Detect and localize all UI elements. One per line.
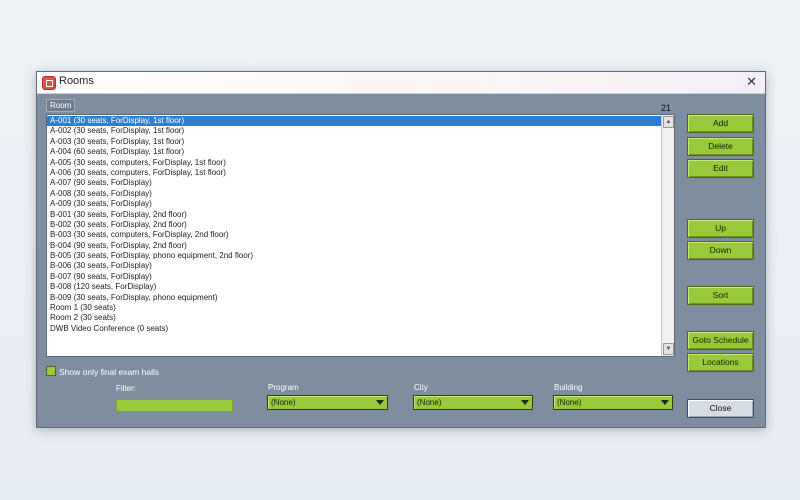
city-select[interactable]: (None): [413, 395, 533, 410]
final-exam-halls-checkbox[interactable]: [46, 366, 56, 376]
final-exam-halls-option[interactable]: Show only final exam halls: [46, 366, 159, 377]
chevron-down-icon[interactable]: [661, 400, 669, 405]
rooms-listbox[interactable]: A-001 (30 seats, ForDisplay, 1st floor) A…: [46, 114, 675, 357]
filter-input[interactable]: [116, 399, 233, 412]
list-item[interactable]: B-007 (90 seats, ForDisplay): [47, 272, 661, 282]
delete-button[interactable]: Delete: [687, 137, 754, 156]
list-item[interactable]: A-001 (30 seats, ForDisplay, 1st floor): [47, 116, 661, 127]
list-item[interactable]: B-001 (30 seats, ForDisplay, 2nd floor): [47, 210, 661, 220]
city-label: City: [414, 383, 428, 392]
building-label: Building: [554, 383, 583, 392]
close-button[interactable]: Close: [687, 399, 754, 418]
up-button[interactable]: Up: [687, 219, 754, 238]
filter-label: Filter:: [116, 384, 136, 393]
program-selected-value: (None): [271, 398, 296, 407]
chevron-down-icon[interactable]: [376, 400, 384, 405]
final-exam-halls-label: Show only final exam halls: [59, 367, 160, 377]
list-item[interactable]: DWB Video Conference (0 seats): [47, 324, 661, 334]
add-button[interactable]: Add: [687, 114, 754, 133]
list-item[interactable]: Room 2 (30 seats): [47, 313, 661, 323]
rooms-window: Rooms ✕ Room 21 A-001 (30 seats, ForDisp…: [36, 71, 766, 428]
list-item[interactable]: A-008 (30 seats, ForDisplay): [47, 189, 661, 199]
list-item[interactable]: B-008 (120 seats, ForDisplay): [47, 282, 661, 292]
list-item[interactable]: B-006 (30 seats, ForDisplay): [47, 261, 661, 271]
chevron-down-icon[interactable]: [521, 400, 529, 405]
window-title: Rooms: [59, 75, 94, 87]
list-item[interactable]: B-002 (30 seats, ForDisplay, 2nd floor): [47, 220, 661, 230]
program-label: Program: [268, 383, 299, 392]
list-item[interactable]: A-002 (30 seats, ForDisplay, 1st floor): [47, 126, 661, 136]
sort-button[interactable]: Sort: [687, 286, 754, 305]
room-count: 21: [661, 103, 672, 113]
building-select[interactable]: (None): [553, 395, 673, 410]
locations-button[interactable]: Locations: [687, 353, 754, 372]
room-column-header: Room: [46, 99, 76, 112]
list-item[interactable]: A-003 (30 seats, ForDisplay, 1st floor): [47, 137, 661, 147]
list-item[interactable]: A-009 (30 seats, ForDisplay): [47, 199, 661, 209]
title-bar[interactable]: Rooms ✕: [37, 72, 765, 94]
list-item[interactable]: A-006 (30 seats, computers, ForDisplay, …: [47, 168, 661, 178]
scrollbar[interactable]: ▲ ▼: [661, 115, 674, 356]
list-item[interactable]: B-005 (30 seats, ForDisplay, phono equip…: [47, 251, 661, 261]
building-selected-value: (None): [557, 398, 582, 407]
list-item[interactable]: B-009 (30 seats, ForDisplay, phono equip…: [47, 293, 661, 303]
list-item[interactable]: Room 1 (30 seats): [47, 303, 661, 313]
close-icon[interactable]: ✕: [746, 74, 757, 90]
list-item[interactable]: B-003 (30 seats, computers, ForDisplay, …: [47, 230, 661, 240]
program-select[interactable]: (None): [267, 395, 388, 410]
city-selected-value: (None): [417, 398, 442, 407]
list-item[interactable]: A-005 (30 seats, computers, ForDisplay, …: [47, 158, 661, 168]
edit-button[interactable]: Edit: [687, 159, 754, 178]
down-button[interactable]: Down: [687, 241, 754, 260]
scroll-down-icon[interactable]: ▼: [663, 343, 674, 355]
list-item[interactable]: B-004 (90 seats, ForDisplay, 2nd floor): [47, 241, 661, 251]
scroll-up-icon[interactable]: ▲: [663, 116, 674, 128]
app-icon: [42, 76, 56, 90]
goto-schedule-button[interactable]: Goto Schedule: [687, 331, 754, 350]
list-item[interactable]: A-004 (60 seats, ForDisplay, 1st floor): [47, 147, 661, 157]
rooms-list-items: A-001 (30 seats, ForDisplay, 1st floor) A…: [47, 116, 661, 334]
list-item[interactable]: A-007 (90 seats, ForDisplay): [47, 178, 661, 188]
